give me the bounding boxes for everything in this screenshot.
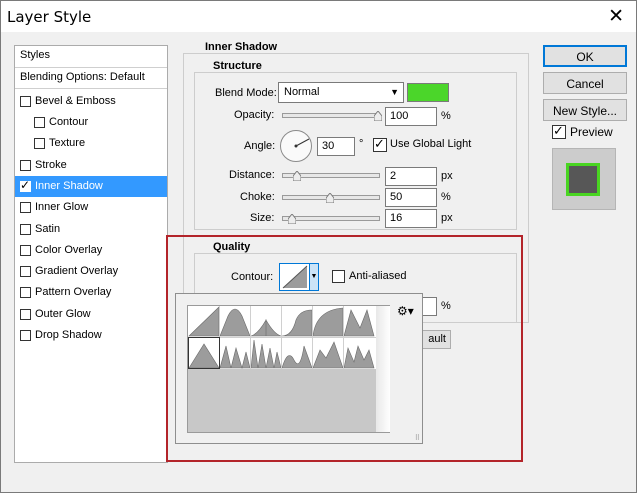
- gradient-overlay-checkbox[interactable]: [20, 266, 31, 277]
- blend-mode-select[interactable]: Normal ▼: [278, 82, 404, 103]
- style-item-outer-glow[interactable]: Outer Glow: [15, 304, 167, 325]
- checkmark-icon: ✓: [374, 136, 385, 151]
- opacity-slider[interactable]: [282, 113, 380, 118]
- angle-unit: °: [359, 138, 364, 150]
- choke-input[interactable]: 50: [385, 188, 437, 207]
- style-item-label: Contour: [49, 116, 89, 128]
- style-item-pattern-overlay[interactable]: Pattern Overlay: [15, 282, 167, 303]
- ok-button[interactable]: OK: [543, 45, 627, 67]
- choke-unit: %: [441, 191, 451, 203]
- style-item-label: Inner Shadow: [35, 180, 103, 192]
- style-item-label: Inner Glow: [35, 201, 89, 213]
- style-item-label: Texture: [49, 137, 86, 149]
- opacity-unit: %: [441, 110, 451, 122]
- highlight-annotation: [166, 235, 523, 462]
- style-item-inner-glow[interactable]: Inner Glow: [15, 197, 167, 218]
- style-preview: [552, 148, 616, 210]
- distance-unit: px: [441, 170, 453, 182]
- style-item-label: Color Overlay: [35, 244, 103, 256]
- opacity-label: Opacity:: [234, 109, 275, 121]
- checkmark-icon: ✓: [553, 123, 564, 138]
- close-icon[interactable]: ✕: [608, 5, 624, 28]
- preview-swatch: [566, 163, 600, 196]
- style-item-stroke[interactable]: Stroke: [15, 155, 167, 176]
- style-item-gradient-overlay[interactable]: Gradient Overlay: [15, 261, 167, 282]
- choke-label: Choke:: [240, 191, 275, 203]
- layer-style-dialog: Layer Style ✕ Styles Blending Options: D…: [0, 0, 637, 493]
- style-item-label: Outer Glow: [35, 308, 91, 320]
- angle-label: Angle:: [244, 140, 276, 152]
- texture-checkbox[interactable]: [34, 138, 45, 149]
- use-global-light-checkbox[interactable]: ✓: [373, 136, 387, 152]
- size-label: Size:: [250, 212, 275, 224]
- styles-header[interactable]: Styles: [15, 46, 167, 68]
- style-item-satin[interactable]: Satin: [15, 219, 167, 240]
- opacity-slider-thumb[interactable]: [374, 111, 382, 121]
- satin-checkbox[interactable]: [20, 224, 31, 235]
- chevron-down-icon: ▼: [390, 87, 399, 97]
- size-input[interactable]: 16: [385, 209, 437, 228]
- shadow-color-swatch[interactable]: [407, 83, 449, 102]
- outer-glow-checkbox[interactable]: [20, 309, 31, 320]
- style-item-color-overlay[interactable]: Color Overlay: [15, 240, 167, 261]
- title-bar: Layer Style ✕: [1, 1, 636, 32]
- bevel-emboss-checkbox[interactable]: [20, 96, 31, 107]
- inner-glow-checkbox[interactable]: [20, 202, 31, 213]
- inner-shadow-title: Inner Shadow: [202, 41, 281, 53]
- style-item-contour[interactable]: Contour: [15, 112, 167, 133]
- new-style-button[interactable]: New Style...: [543, 99, 627, 121]
- style-item-label: Satin: [35, 223, 61, 235]
- distance-slider-thumb[interactable]: [293, 171, 301, 181]
- color-overlay-checkbox[interactable]: [20, 245, 31, 256]
- style-item-drop-shadow[interactable]: Drop Shadow: [15, 325, 167, 346]
- window-title: Layer Style: [7, 8, 92, 26]
- style-item-label: Gradient Overlay: [35, 265, 119, 277]
- checkmark-icon: ✓: [20, 178, 31, 192]
- distance-label: Distance:: [229, 169, 275, 181]
- size-slider-thumb[interactable]: [288, 214, 296, 224]
- styles-list: Styles Blending Options: Default Bevel &…: [14, 45, 168, 463]
- contour-checkbox[interactable]: [34, 117, 45, 128]
- pattern-overlay-checkbox[interactable]: [20, 287, 31, 298]
- preview-checkbox[interactable]: ✓: [552, 123, 566, 139]
- style-item-texture[interactable]: Texture: [15, 133, 167, 154]
- size-slider[interactable]: [282, 216, 380, 221]
- angle-input[interactable]: 30: [317, 137, 355, 156]
- cancel-button[interactable]: Cancel: [543, 72, 627, 94]
- use-global-light-label: Use Global Light: [390, 138, 472, 150]
- size-unit: px: [441, 212, 453, 224]
- style-item-label: Pattern Overlay: [35, 286, 112, 298]
- style-item-inner-shadow[interactable]: ✓ Inner Shadow: [15, 176, 167, 197]
- blend-mode-label: Blend Mode:: [215, 87, 277, 99]
- style-item-label: Stroke: [35, 159, 67, 171]
- structure-title: Structure: [210, 60, 265, 72]
- blend-mode-value: Normal: [284, 86, 320, 98]
- inner-shadow-checkbox[interactable]: ✓: [20, 178, 31, 192]
- opacity-input[interactable]: 100: [385, 107, 437, 126]
- stroke-checkbox[interactable]: [20, 160, 31, 171]
- angle-dial[interactable]: [279, 129, 313, 163]
- blending-options-item[interactable]: Blending Options: Default: [15, 68, 167, 89]
- distance-input[interactable]: 2: [385, 167, 437, 186]
- style-item-bevel-emboss[interactable]: Bevel & Emboss: [15, 91, 167, 112]
- preview-label: Preview: [570, 125, 613, 139]
- drop-shadow-checkbox[interactable]: [20, 330, 31, 341]
- choke-slider-thumb[interactable]: [326, 193, 334, 203]
- style-item-label: Drop Shadow: [35, 329, 102, 341]
- style-item-label: Bevel & Emboss: [35, 95, 116, 107]
